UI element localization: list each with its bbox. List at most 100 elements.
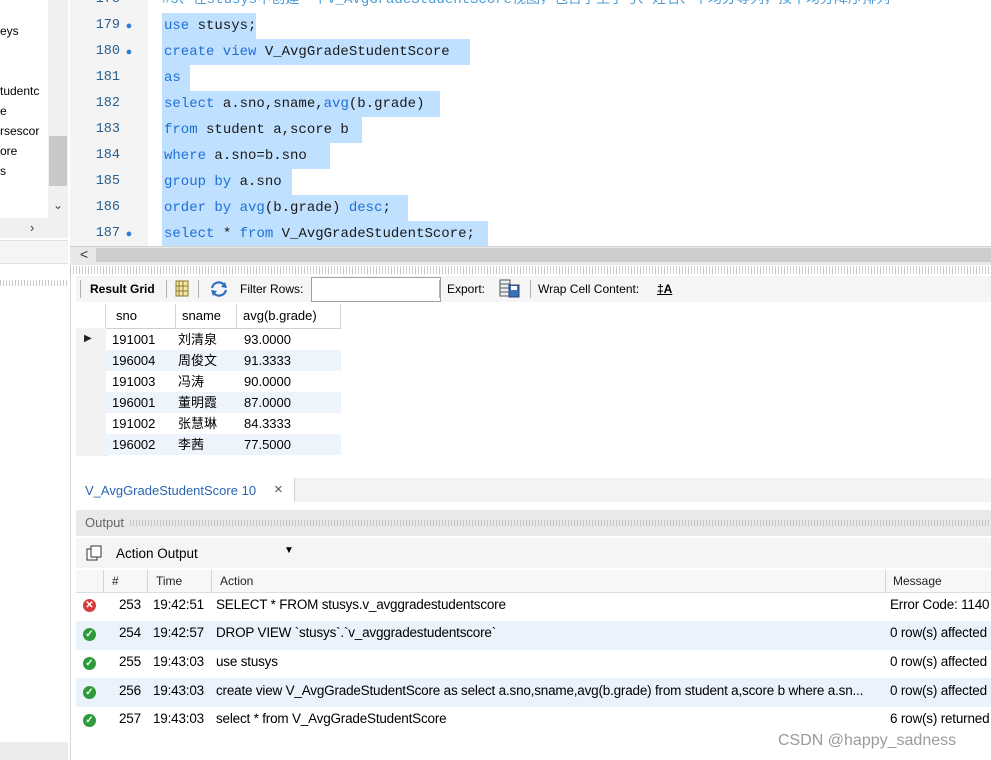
- output-column-header: [76, 570, 991, 593]
- line-number: 182: [95, 96, 120, 111]
- column-header-action[interactable]: Action: [220, 574, 253, 588]
- output-message: 0 row(s) affected: [890, 654, 987, 669]
- output-time: 19:43:03: [153, 654, 204, 669]
- toolbar-separator: [530, 280, 531, 298]
- result-tab-label[interactable]: V_AvgGradeStudentScore 10: [85, 483, 256, 498]
- cell-sno[interactable]: 191001: [112, 329, 155, 350]
- line-number: 178: [88, 0, 120, 13]
- navigator-tab-strip: [0, 240, 68, 264]
- output-title: Output: [85, 515, 125, 530]
- filter-rows-label: Filter Rows:: [240, 282, 304, 296]
- line-number: 187: [95, 226, 120, 241]
- navigator-splitter[interactable]: [0, 280, 68, 286]
- cell-sno[interactable]: 191003: [112, 371, 155, 392]
- output-message: 0 row(s) affected: [890, 625, 987, 640]
- refresh-icon[interactable]: [209, 280, 229, 298]
- column-header-avg-grade[interactable]: avg(b.grade): [237, 304, 341, 328]
- wrap-text-icon[interactable]: ‡A: [657, 282, 672, 296]
- output-number: 256: [119, 683, 141, 698]
- success-check-icon: ✓: [83, 686, 96, 699]
- line-number: 185: [95, 174, 120, 189]
- table-row[interactable]: 191003 冯涛 90.0000: [106, 371, 341, 392]
- form-editor-icon[interactable]: [174, 280, 190, 297]
- wrap-cell-content-label: Wrap Cell Content:: [538, 282, 640, 296]
- output-action: create view V_AvgGradeStudentScore as se…: [216, 683, 864, 698]
- cell-sname[interactable]: 冯涛: [178, 371, 204, 392]
- close-icon[interactable]: ×: [274, 481, 283, 498]
- column-header-time[interactable]: Time: [156, 574, 182, 588]
- output-message: 6 row(s) returned: [890, 711, 990, 726]
- success-check-icon: ✓: [83, 657, 96, 670]
- navigator-scroll-thumb[interactable]: [49, 136, 67, 186]
- cell-avg-grade[interactable]: 77.5000: [244, 434, 291, 455]
- cell-sname[interactable]: 董明霞: [178, 392, 217, 413]
- cell-avg-grade[interactable]: 87.0000: [244, 392, 291, 413]
- table-row[interactable]: 191002 张慧琳 84.3333: [106, 413, 341, 434]
- code-line: as: [164, 70, 181, 86]
- cell-sname[interactable]: 周俊文: [178, 350, 217, 371]
- output-number: 255: [119, 654, 141, 669]
- output-action: SELECT * FROM stusys.v_avggradestudentsc…: [216, 597, 506, 612]
- success-check-icon: ✓: [83, 628, 96, 641]
- code-line: select a.sno,sname,avg(b.grade): [164, 96, 425, 112]
- cell-avg-grade[interactable]: 90.0000: [244, 371, 291, 392]
- navigator-item[interactable]: ore: [0, 144, 17, 158]
- column-separator: [885, 570, 886, 592]
- cell-avg-grade[interactable]: 84.3333: [244, 413, 291, 434]
- filter-rows-input[interactable]: [311, 277, 441, 302]
- dropdown-arrow-icon[interactable]: ▼: [284, 545, 294, 556]
- cell-sno[interactable]: 196001: [112, 392, 155, 413]
- output-type-select[interactable]: Action Output ▼: [108, 542, 298, 564]
- table-row[interactable]: 191001 刘清泉 93.0000: [106, 329, 341, 350]
- table-row[interactable]: 196002 李茜 77.5000: [106, 434, 341, 455]
- column-separator: [147, 570, 148, 592]
- result-grid-button[interactable]: Result Grid: [90, 282, 155, 296]
- toolbar-separator: [439, 280, 440, 298]
- output-action: select * from V_AvgGradeStudentScore: [216, 711, 447, 726]
- output-number: 257: [119, 711, 141, 726]
- navigator-footer: [0, 742, 68, 760]
- statement-bullet-icon: ●: [125, 46, 133, 58]
- copy-icon[interactable]: [86, 545, 102, 561]
- export-icon[interactable]: [499, 279, 521, 299]
- navigator-item[interactable]: eys: [0, 24, 19, 38]
- cell-sno[interactable]: 196002: [112, 434, 155, 455]
- toolbar-separator: [166, 280, 167, 298]
- column-header-sname[interactable]: sname: [176, 304, 237, 328]
- cell-sno[interactable]: 191002: [112, 413, 155, 434]
- chevron-down-icon[interactable]: ⌄: [48, 198, 68, 216]
- cell-sname[interactable]: 刘清泉: [178, 329, 217, 350]
- statement-bullet-icon: ●: [125, 228, 133, 240]
- line-number: 180: [95, 44, 120, 59]
- column-separator: [103, 570, 104, 592]
- navigator-item[interactable]: s: [0, 164, 6, 178]
- navigator-item[interactable]: rsescor: [0, 124, 39, 138]
- output-message: 0 row(s) affected: [890, 683, 987, 698]
- editor-scroll-thumb[interactable]: [96, 248, 991, 262]
- result-tab[interactable]: V_AvgGradeStudentScore 10 ×: [76, 478, 295, 502]
- editor-results-splitter[interactable]: [70, 266, 991, 274]
- chevron-right-icon[interactable]: ›: [30, 220, 34, 235]
- cell-avg-grade[interactable]: 91.3333: [244, 350, 291, 371]
- cell-sname[interactable]: 张慧琳: [178, 413, 217, 434]
- output-action: use stusys: [216, 654, 278, 669]
- row-marker-column: [76, 328, 107, 456]
- watermark: CSDN @happy_sadness: [778, 732, 957, 749]
- navigator-item[interactable]: e: [0, 104, 7, 118]
- code-line: use stusys;: [164, 18, 257, 34]
- table-row[interactable]: 196001 董明霞 87.0000: [106, 392, 341, 413]
- cell-sname[interactable]: 李茜: [178, 434, 204, 455]
- output-time: 19:42:57: [153, 625, 204, 640]
- column-header-message[interactable]: Message: [893, 574, 942, 588]
- column-header-number[interactable]: #: [112, 574, 119, 588]
- code-line: group by a.sno: [164, 174, 282, 190]
- output-time: 19:43:03: [153, 683, 204, 698]
- column-header-sno[interactable]: sno: [106, 304, 176, 328]
- navigator-item[interactable]: tudentc: [0, 84, 39, 98]
- cell-avg-grade[interactable]: 93.0000: [244, 329, 291, 350]
- cell-sno[interactable]: 196004: [112, 350, 155, 371]
- output-splitter[interactable]: [130, 520, 991, 526]
- success-check-icon: ✓: [83, 714, 96, 727]
- chevron-left-icon[interactable]: <: [80, 246, 88, 262]
- table-row[interactable]: 196004 周俊文 91.3333: [106, 350, 341, 371]
